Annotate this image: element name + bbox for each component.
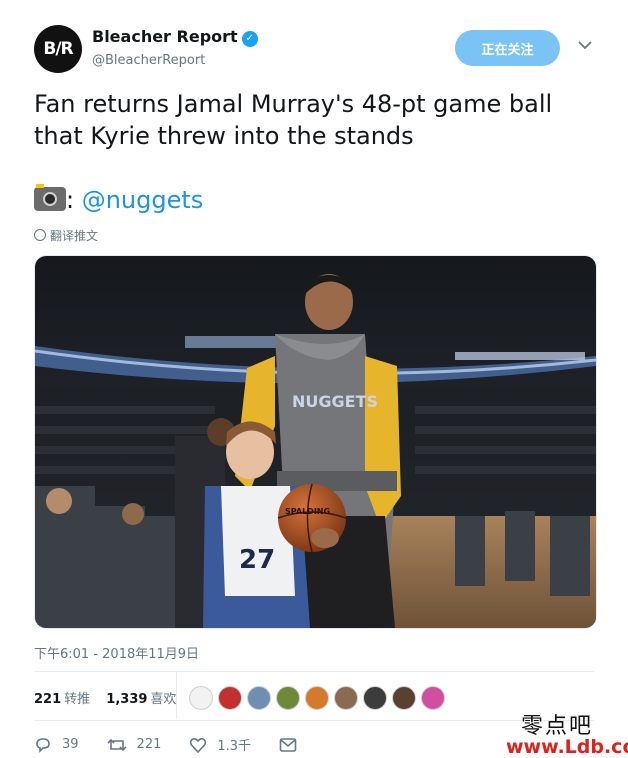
liker-avatar[interactable] [276,686,300,710]
chevron-down-icon[interactable] [578,38,592,54]
tweet-photo[interactable]: NUGGETS 27 SPALDING [34,255,597,629]
photo-scene: NUGGETS 27 SPALDING [35,256,596,628]
reply-button[interactable]: 39 [34,736,79,754]
liker-avatar[interactable] [392,686,416,710]
tweet-actions: 39 221 1.3千 [34,735,335,754]
verified-badge-icon: ✓ [241,31,258,47]
liker-avatars [189,686,450,710]
kid-number: 27 [239,545,275,575]
retweet-icon [106,738,127,751]
reply-count[interactable]: 39 [62,737,79,752]
retweets-label[interactable]: 转推 [64,692,90,707]
reply-icon [36,737,50,753]
liker-avatar[interactable] [421,686,445,710]
tweet-photo-credit: : @nuggets [34,184,203,216]
retweet-count[interactable]: 221 [137,737,162,752]
tweet-text: Fan returns Jamal Murray's 48-pt game ba… [34,90,553,150]
stats-separator [176,672,177,719]
like-count[interactable]: 1.3千 [217,735,251,754]
account-name[interactable]: Bleacher Report ✓ [92,27,258,47]
translate-tweet-link[interactable]: 翻译推文 [34,227,98,244]
retweet-button[interactable]: 221 [106,736,162,754]
heart-icon [190,737,207,753]
like-button[interactable]: 1.3千 [189,735,251,754]
divider-bottom [34,720,594,721]
liker-avatar[interactable] [247,686,271,710]
liker-avatar[interactable] [334,686,358,710]
following-button[interactable]: 正在关注 [455,30,560,66]
tweet-timestamp[interactable]: 下午6:01 - 2018年11月9日 [34,643,199,662]
watermark-url: www.Ldb.cc [506,736,628,758]
mention-link-nuggets[interactable]: @nuggets [82,186,204,214]
engagement-stats[interactable]: 221 转推 1,339 喜欢 [34,688,176,707]
likes-label[interactable]: 喜欢 [150,692,176,707]
account-handle[interactable]: @BleacherReport [92,53,205,68]
liker-avatar[interactable] [363,686,387,710]
camera-flash-icon [34,184,66,211]
account-avatar[interactable]: B/R [34,25,82,73]
liker-avatar[interactable] [218,686,242,710]
globe-icon [34,229,46,241]
likes-count[interactable]: 1,339 [106,692,147,707]
retweets-count[interactable]: 221 [34,692,61,707]
divider-top [34,671,594,672]
translate-label[interactable]: 翻译推文 [50,229,98,243]
account-name-label[interactable]: Bleacher Report [92,27,238,46]
camera-colon: : [66,186,82,214]
liker-avatar[interactable] [305,686,329,710]
jersey-text: NUGGETS [292,392,378,411]
envelope-icon [279,737,297,752]
ball-text: SPALDING [285,507,330,516]
direct-message-button[interactable] [279,737,307,753]
liker-avatar[interactable] [189,686,213,710]
